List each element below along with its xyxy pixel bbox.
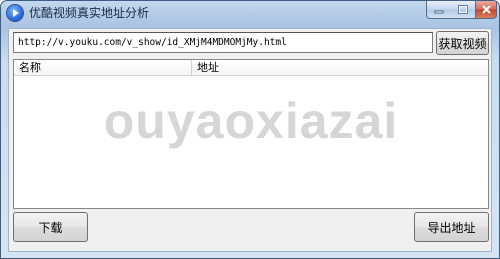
url-input[interactable]: http://v.youku.com/v_show/id_XMjM4MDMOMj… bbox=[13, 32, 433, 53]
fetch-video-button[interactable]: 获取视频 bbox=[436, 31, 489, 55]
watermark-logo: ouyaoxiazai bbox=[103, 93, 399, 149]
video-list[interactable]: 名称 地址 ouyaoxiazai bbox=[13, 59, 489, 209]
column-header-address[interactable]: 地址 bbox=[192, 60, 488, 75]
export-address-button[interactable]: 导出地址 bbox=[414, 212, 489, 242]
close-button[interactable] bbox=[476, 1, 497, 19]
minimize-icon bbox=[434, 10, 444, 13]
client-area: http://v.youku.com/v_show/id_XMjM4MDMOMj… bbox=[8, 28, 492, 252]
list-header: 名称 地址 bbox=[14, 60, 488, 76]
minimize-button[interactable] bbox=[426, 1, 452, 19]
maximize-button[interactable] bbox=[451, 1, 476, 19]
title-bar: 优酷视频真实地址分析 bbox=[1, 1, 499, 27]
app-window: 优酷视频真实地址分析 http://v.youku.com/v_show/id_… bbox=[0, 0, 500, 259]
maximize-icon bbox=[458, 5, 468, 14]
play-icon bbox=[7, 5, 23, 21]
window-title: 优酷视频真实地址分析 bbox=[29, 6, 150, 20]
close-icon bbox=[481, 5, 491, 14]
column-header-name[interactable]: 名称 bbox=[14, 60, 192, 75]
download-button[interactable]: 下载 bbox=[13, 212, 88, 242]
